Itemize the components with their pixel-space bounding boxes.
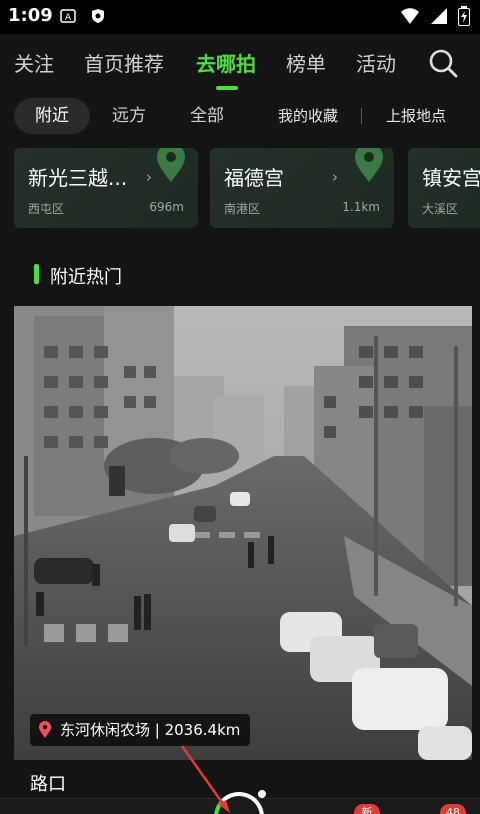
- post-title: 路口: [30, 774, 66, 795]
- my-favorites-link[interactable]: 我的收藏: [268, 98, 348, 134]
- location-pin-icon: [39, 721, 51, 738]
- location-name: 福德宫: [224, 166, 284, 190]
- location-name: 新光三越...: [28, 166, 128, 190]
- divider: [361, 108, 362, 124]
- battery-icon: [458, 6, 470, 26]
- status-bar: 1:09 A: [0, 0, 480, 34]
- tab-events[interactable]: 活动: [356, 48, 396, 77]
- post-photo[interactable]: 东河休闲农场 | 2036.4km: [14, 306, 472, 760]
- svg-text:A: A: [65, 13, 72, 23]
- street-scene-image: [14, 306, 472, 760]
- location-name: 镇安宫: [422, 166, 480, 190]
- shield-icon: [92, 9, 104, 23]
- chevron-right-icon: ›: [146, 168, 152, 186]
- location-district: 南港区: [224, 202, 261, 216]
- subtab-far[interactable]: 远方: [98, 98, 160, 134]
- photo-location-tag[interactable]: 东河休闲农场 | 2036.4km: [30, 714, 251, 746]
- shoot-indicator-dot: [258, 790, 266, 798]
- location-distance: 696m: [149, 200, 184, 214]
- tab-follow[interactable]: 关注: [14, 48, 54, 77]
- chevron-right-icon: ›: [332, 168, 338, 186]
- a-notification-icon: A: [60, 9, 76, 23]
- subtab-nearby[interactable]: 附近: [14, 98, 90, 134]
- location-card[interactable]: 镇安宫 大溪区: [408, 148, 480, 228]
- report-location-link[interactable]: 上报地点: [376, 98, 456, 134]
- active-tab-indicator: [216, 86, 238, 90]
- new-badge: 新: [354, 804, 380, 814]
- sub-tab-bar: 附近 远方 全部 我的收藏 上报地点: [0, 98, 480, 138]
- photo-location-text: 东河休闲农场 | 2036.4km: [60, 721, 241, 739]
- location-distance: 1.1km: [342, 200, 380, 214]
- location-district: 大溪区: [422, 202, 459, 216]
- signal-icon: [431, 8, 447, 24]
- status-time: 1:09: [8, 5, 53, 26]
- search-icon[interactable]: [428, 48, 458, 78]
- wifi-icon: [401, 8, 419, 24]
- section-title: 附近热门: [50, 267, 122, 288]
- tab-rankings[interactable]: 榜单: [286, 48, 326, 77]
- main-tab-bar: 关注 首页推荐 去哪拍 榜单 活动: [0, 40, 480, 92]
- tab-home-recommend[interactable]: 首页推荐: [84, 48, 164, 77]
- subtab-all[interactable]: 全部: [176, 98, 238, 134]
- map-pin-icon: [355, 148, 383, 182]
- section-accent-bar: [34, 264, 39, 284]
- map-pin-icon: [157, 148, 185, 182]
- count-badge: 48: [440, 804, 466, 814]
- shoot-button[interactable]: [214, 792, 264, 814]
- tab-where-to-shoot[interactable]: 去哪拍: [196, 48, 256, 77]
- location-card[interactable]: 福德宫 › 南港区 1.1km: [210, 148, 394, 228]
- location-card[interactable]: 新光三越... › 西屯区 696m: [14, 148, 198, 228]
- location-district: 西屯区: [28, 202, 65, 216]
